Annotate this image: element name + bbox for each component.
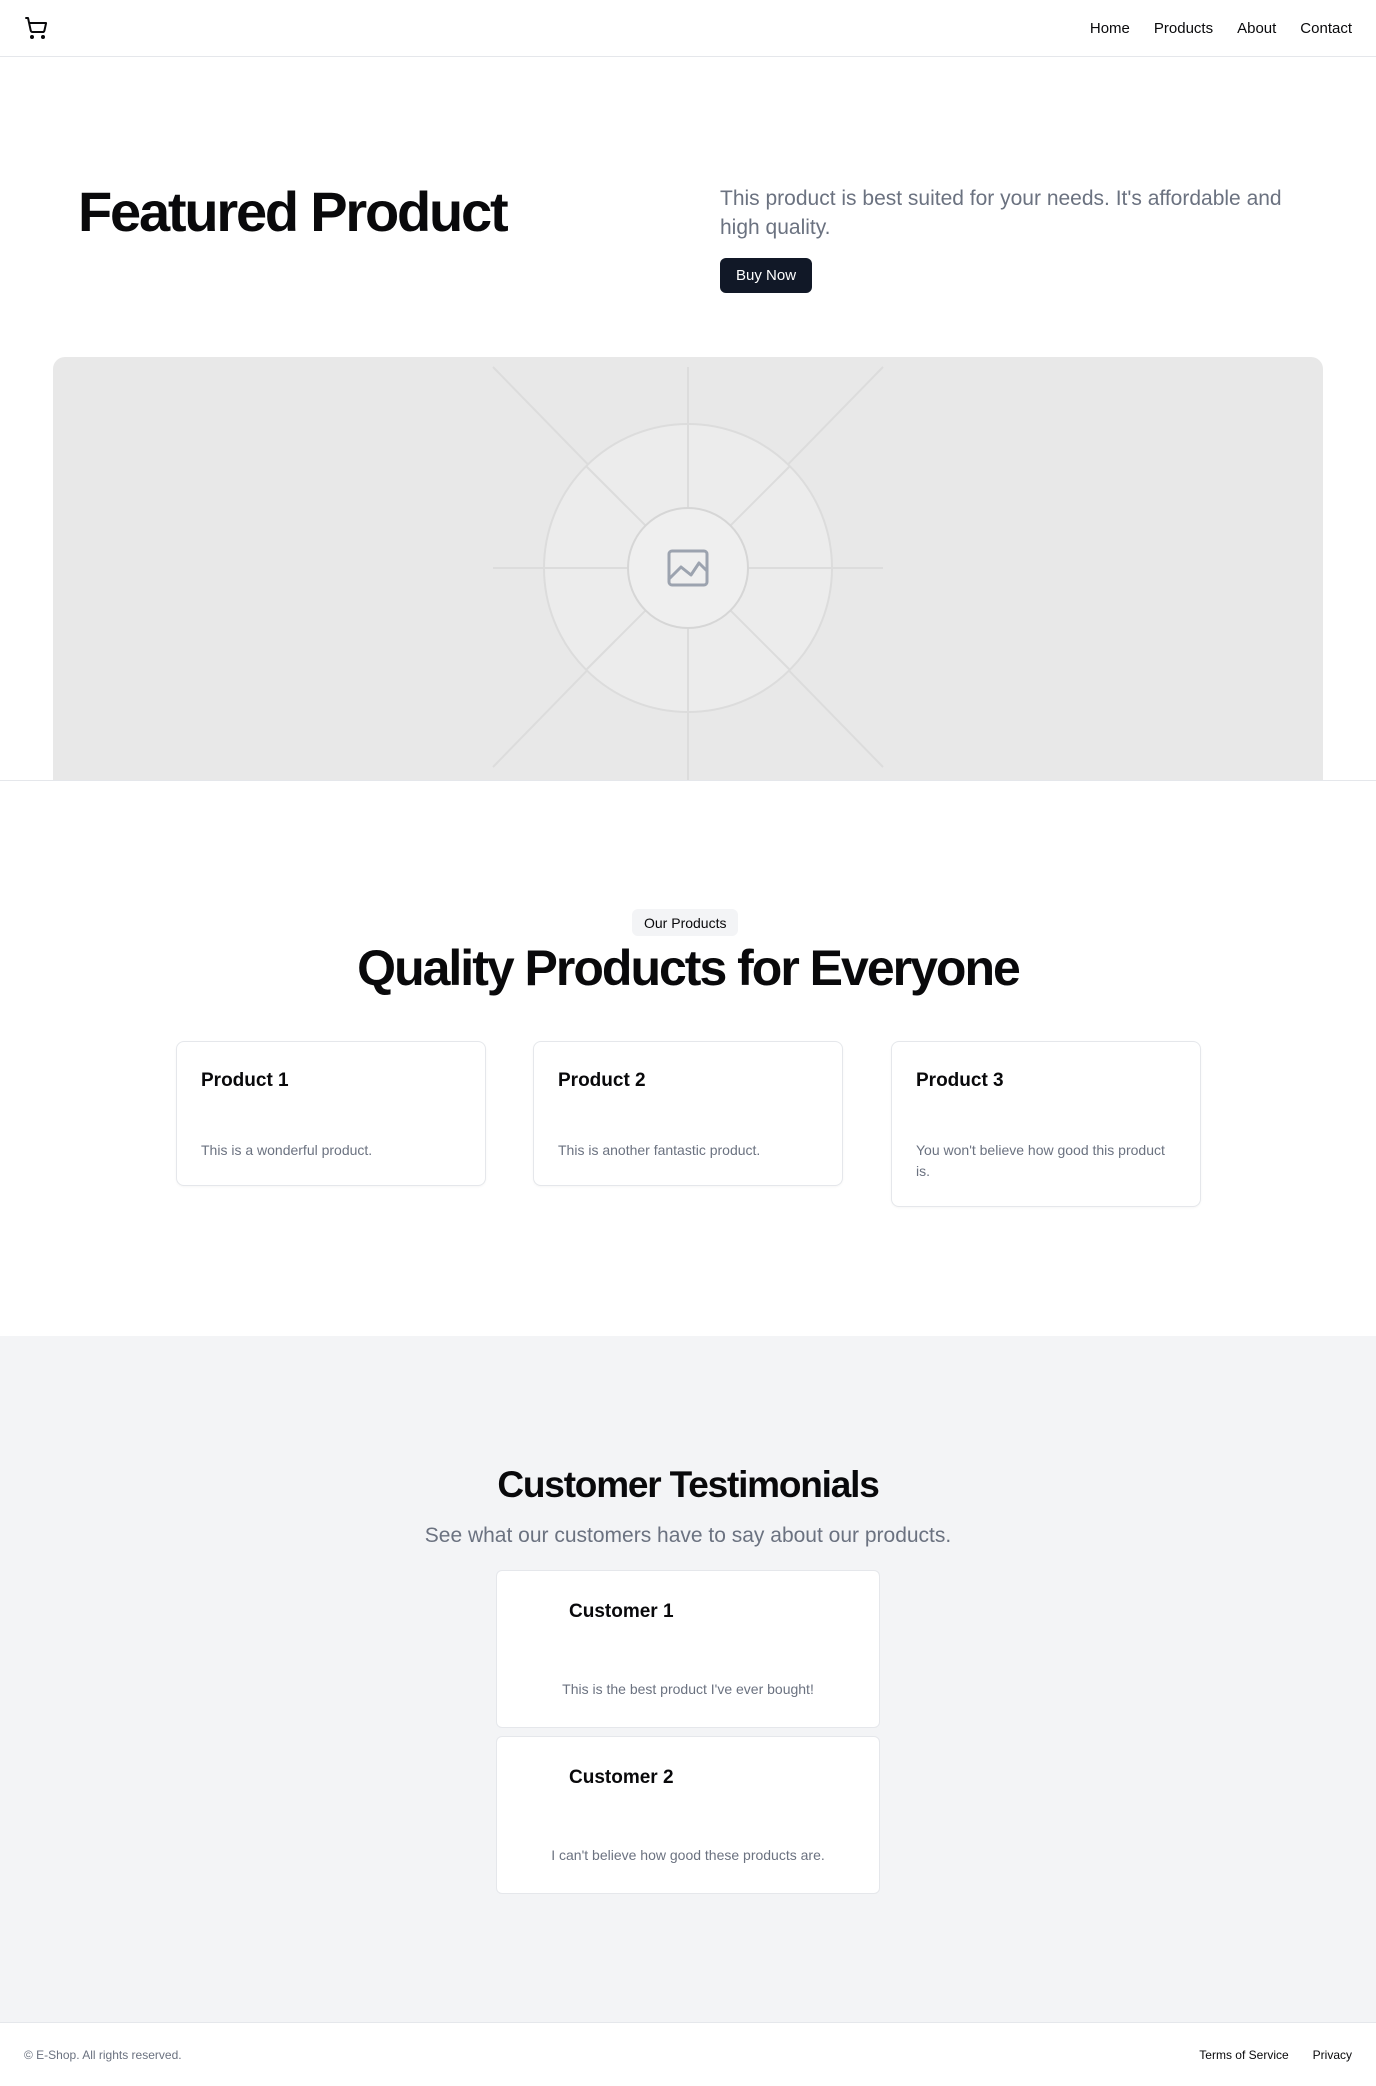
product-description: You won't believe how good this product … <box>916 1142 1165 1179</box>
product-description: This is a wonderful product. <box>201 1142 373 1158</box>
nav-link-home[interactable]: Home <box>1090 20 1130 37</box>
nav-link-products[interactable]: Products <box>1154 20 1213 37</box>
testimonials-title: Customer Testimonials <box>497 1464 879 1505</box>
customer-name: Customer 2 <box>569 1767 674 1788</box>
copyright-text: © E-Shop. All rights reserved. <box>24 2047 182 2062</box>
product-card[interactable]: Product 2 This is another fantastic prod… <box>533 1041 843 1186</box>
testimonial-card: Customer 2 I can't believe how good thes… <box>496 1736 880 1894</box>
product-name: Product 2 <box>558 1070 646 1091</box>
customer-name: Customer 1 <box>569 1601 674 1622</box>
site-header: Home Products About Contact <box>0 0 1376 57</box>
image-placeholder-icon <box>492 366 884 781</box>
section-divider <box>0 780 1376 781</box>
testimonials-subtitle: See what our customers have to say about… <box>424 1524 952 1547</box>
footer-link-privacy[interactable]: Privacy <box>1313 2048 1352 2062</box>
hero-description: This product is best suited for your nee… <box>720 187 1282 239</box>
main-nav: Home Products About Contact <box>1090 20 1352 37</box>
product-card[interactable]: Product 1 This is a wonderful product. <box>176 1041 486 1186</box>
product-name: Product 3 <box>916 1070 1004 1091</box>
testimonial-quote: I can't believe how good these products … <box>551 1847 825 1863</box>
site-footer: © E-Shop. All rights reserved. Terms of … <box>0 2022 1376 2086</box>
footer-links: Terms of Service Privacy <box>1199 2048 1352 2062</box>
product-card[interactable]: Product 3 You won't believe how good thi… <box>891 1041 1201 1207</box>
buy-now-button[interactable]: Buy Now <box>720 258 813 293</box>
footer-link-terms[interactable]: Terms of Service <box>1199 2048 1288 2062</box>
nav-link-about[interactable]: About <box>1237 20 1276 37</box>
shopping-cart-icon[interactable] <box>24 16 48 40</box>
nav-link-contact[interactable]: Contact <box>1300 20 1352 37</box>
hero-title: Featured Product <box>78 180 509 243</box>
testimonial-quote: This is the best product I've ever bough… <box>562 1681 814 1697</box>
featured-product-image <box>53 357 1323 781</box>
products-badge: Our Products <box>632 909 739 936</box>
product-description: This is another fantastic product. <box>558 1142 761 1158</box>
testimonial-card: Customer 1 This is the best product I've… <box>496 1570 880 1728</box>
product-name: Product 1 <box>201 1070 289 1091</box>
products-title: Quality Products for Everyone <box>357 940 1021 996</box>
